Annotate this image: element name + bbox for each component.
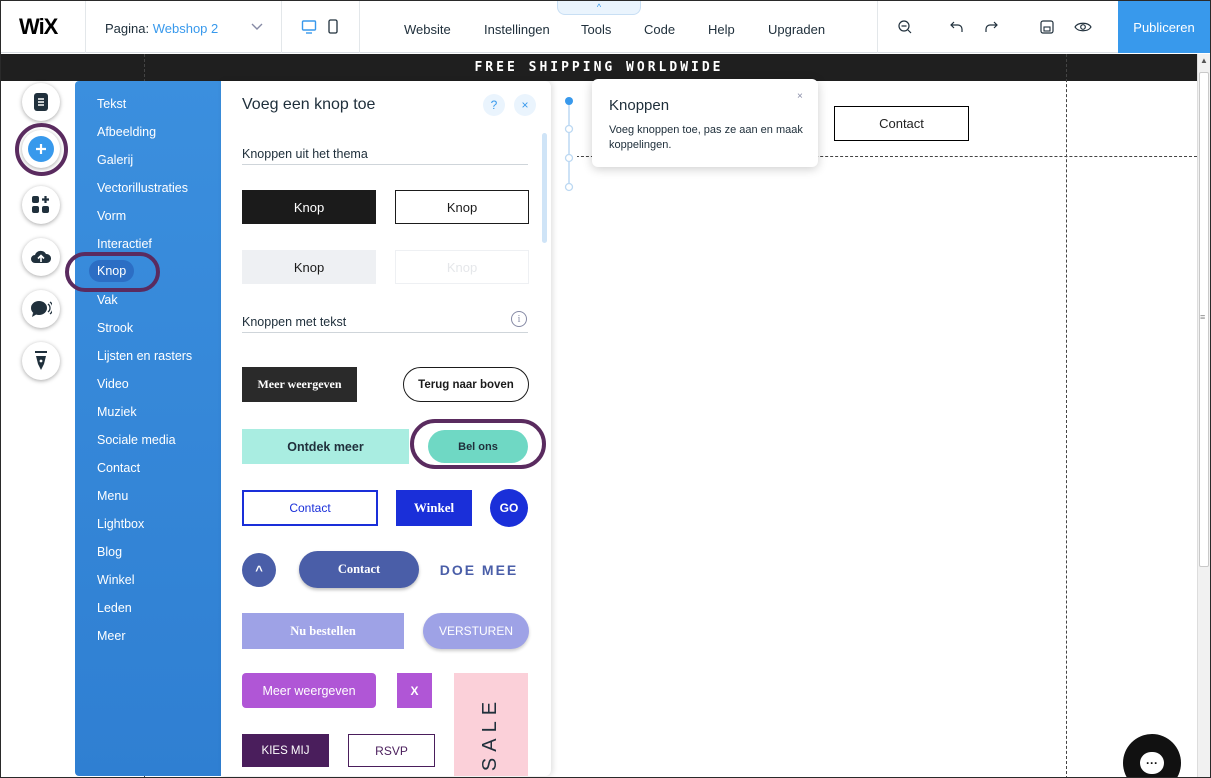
scroll-grip-icon: ≡ xyxy=(1200,312,1206,322)
page-label: Pagina: xyxy=(105,21,150,36)
desktop-view-icon[interactable] xyxy=(297,15,321,39)
page-selector[interactable]: Pagina: Webshop 2 xyxy=(105,21,218,36)
category-muziek[interactable]: Muziek xyxy=(97,405,137,419)
category-winkel[interactable]: Winkel xyxy=(97,573,135,587)
theme-button-faint[interactable]: Knop xyxy=(395,250,529,284)
category-sociale-media[interactable]: Sociale media xyxy=(97,433,176,447)
publish-button[interactable]: Publiceren xyxy=(1118,1,1210,53)
divider xyxy=(877,1,878,53)
button-go[interactable]: GO xyxy=(490,489,528,527)
marketing-chat-button[interactable] xyxy=(22,290,60,328)
category-galerij[interactable]: Galerij xyxy=(97,153,133,167)
section-divider xyxy=(242,164,528,165)
menu-website[interactable]: Website xyxy=(404,22,451,37)
button-ontdek-meer[interactable]: Ontdek meer xyxy=(242,429,409,464)
button-meer-weergeven-dark[interactable]: Meer weergeven xyxy=(242,367,357,402)
divider xyxy=(85,1,86,53)
tooltip-title: Knoppen xyxy=(609,97,670,114)
menu-tools[interactable]: Tools xyxy=(581,22,611,37)
section-divider xyxy=(242,332,528,333)
button-doe-mee[interactable]: DOE MEE xyxy=(429,551,529,588)
chat-widget[interactable]: ··· xyxy=(1123,734,1181,777)
button-x[interactable]: X xyxy=(397,673,432,708)
redo-icon[interactable] xyxy=(979,15,1003,39)
button-nu-bestellen[interactable]: Nu bestellen xyxy=(242,613,404,649)
button-winkel[interactable]: Winkel xyxy=(396,490,472,526)
info-icon[interactable]: i xyxy=(511,311,527,327)
category-blog[interactable]: Blog xyxy=(97,545,122,559)
site-contact-button[interactable]: Contact xyxy=(834,106,969,141)
divider xyxy=(359,1,360,53)
button-sale-vertical[interactable]: SALE xyxy=(454,673,528,776)
divider xyxy=(281,1,282,53)
guide-line xyxy=(1066,54,1067,777)
chevron-down-icon[interactable] xyxy=(251,20,263,34)
panel-scrollbar[interactable] xyxy=(542,133,547,243)
sale-label: SALE xyxy=(479,695,502,772)
chat-icon: ··· xyxy=(1140,752,1164,774)
annotation-ring xyxy=(15,123,68,176)
menu-help[interactable]: Help xyxy=(708,22,735,37)
button-meer-weergeven-purple[interactable]: Meer weergeven xyxy=(242,673,376,708)
category-vectorillustraties[interactable]: Vectorillustraties xyxy=(97,181,188,195)
button-rsvp[interactable]: RSVP xyxy=(348,734,435,767)
theme-button-outline[interactable]: Knop xyxy=(395,190,529,224)
tooltip-step-indicator xyxy=(561,81,577,206)
top-bar: WiX Pagina: Webshop 2 Website Instelling… xyxy=(1,1,1210,53)
tooltip-close-icon[interactable]: × xyxy=(797,91,803,102)
section-title-theme: Knoppen uit het thema xyxy=(242,147,368,161)
theme-button-black[interactable]: Knop xyxy=(242,190,376,224)
media-upload-button[interactable] xyxy=(22,238,60,276)
undo-icon[interactable] xyxy=(945,15,969,39)
category-interactief[interactable]: Interactief xyxy=(97,237,152,251)
announcement-strip[interactable]: FREE SHIPPING WORLDWIDE xyxy=(1,54,1197,81)
category-menu[interactable]: Menu xyxy=(97,489,128,503)
zoom-out-icon[interactable] xyxy=(893,15,917,39)
blog-pen-button[interactable] xyxy=(22,342,60,380)
tools-collapse-tab[interactable]: ^ xyxy=(557,1,641,15)
editor-window: WiX Pagina: Webshop 2 Website Instelling… xyxy=(0,0,1211,778)
add-apps-button[interactable] xyxy=(22,186,60,224)
scroll-up-arrow-icon[interactable]: ▲ xyxy=(1200,56,1208,65)
annotation-ring xyxy=(410,419,546,469)
close-icon[interactable]: × xyxy=(514,94,536,116)
panel-title: Voeg een knop toe xyxy=(242,96,376,113)
category-vorm[interactable]: Vorm xyxy=(97,209,126,223)
knoppen-tooltip: Knoppen Voeg knoppen toe, pas ze aan en … xyxy=(592,79,818,167)
button-versturen[interactable]: VERSTUREN xyxy=(423,613,529,649)
add-elements-panel: Tekst Afbeelding Galerij Vectorillustrat… xyxy=(75,81,221,776)
category-lightbox[interactable]: Lightbox xyxy=(97,517,144,531)
canvas-scrollbar[interactable]: ▲ ≡ xyxy=(1197,54,1210,777)
category-lijsten-en-rasters[interactable]: Lijsten en rasters xyxy=(97,349,192,363)
mobile-view-icon[interactable] xyxy=(321,15,345,39)
category-strook[interactable]: Strook xyxy=(97,321,133,335)
button-terug-naar-boven[interactable]: Terug naar boven xyxy=(403,367,529,402)
category-tekst[interactable]: Tekst xyxy=(97,97,126,111)
strip-text: FREE SHIPPING WORLDWIDE xyxy=(474,60,724,75)
menu-code[interactable]: Code xyxy=(644,22,675,37)
theme-button-grey[interactable]: Knop xyxy=(242,250,376,284)
help-icon[interactable]: ? xyxy=(483,94,505,116)
menu-upgraden[interactable]: Upgraden xyxy=(768,22,825,37)
pages-menu-button[interactable] xyxy=(22,83,60,121)
annotation-ring xyxy=(65,252,160,292)
category-vak[interactable]: Vak xyxy=(97,293,118,307)
button-contact-pill[interactable]: Contact xyxy=(299,551,419,588)
category-video[interactable]: Video xyxy=(97,377,129,391)
category-leden[interactable]: Leden xyxy=(97,601,132,615)
button-kies-mij[interactable]: KIES MIJ xyxy=(242,734,329,767)
tooltip-text: Voeg knoppen toe, pas ze aan en maak kop… xyxy=(609,124,803,151)
category-afbeelding[interactable]: Afbeelding xyxy=(97,125,156,139)
wix-logo: WiX xyxy=(19,14,58,39)
page-name: Webshop 2 xyxy=(152,21,219,36)
button-contact-outline[interactable]: Contact xyxy=(242,490,378,526)
category-contact[interactable]: Contact xyxy=(97,461,140,475)
save-icon[interactable] xyxy=(1035,15,1059,39)
preview-eye-icon[interactable] xyxy=(1071,15,1095,39)
button-scroll-up-circle[interactable]: ^ xyxy=(242,553,276,587)
category-meer[interactable]: Meer xyxy=(97,629,125,643)
section-title-text-buttons: Knoppen met tekst xyxy=(242,315,347,329)
menu-instellingen[interactable]: Instellingen xyxy=(484,22,550,37)
